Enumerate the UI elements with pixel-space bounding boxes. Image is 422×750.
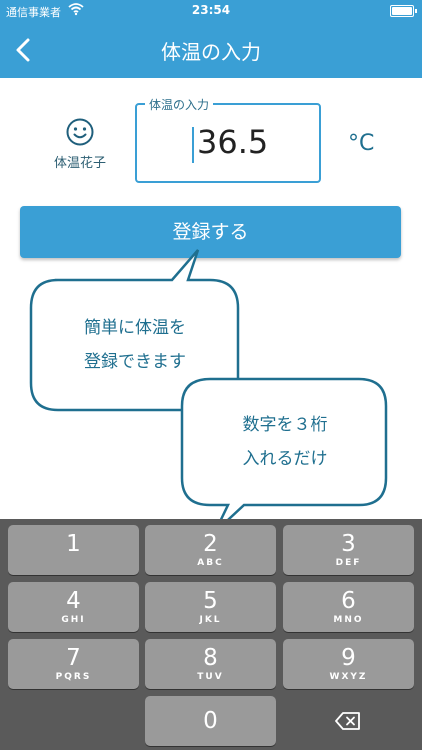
key-digit: 8 <box>203 645 218 671</box>
key-digit: 9 <box>341 645 356 671</box>
key-letters: MNO <box>333 615 364 625</box>
key-1[interactable]: 1 <box>8 525 139 575</box>
key-0[interactable]: 0 <box>145 696 276 746</box>
clock: 23:54 <box>191 3 231 17</box>
text-cursor <box>192 127 194 163</box>
user-name: 体温花子 <box>53 156 106 171</box>
key-digit: 6 <box>341 588 356 614</box>
key-digit: 7 <box>66 645 81 671</box>
callout-line: 数字を３桁 <box>242 415 328 435</box>
callout-line: 入れるだけ <box>242 449 328 469</box>
temperature-input-legend: 体温の入力 <box>145 96 214 113</box>
user-profile: 体温花子 <box>40 118 120 171</box>
key-letters: DEF <box>335 558 362 568</box>
nav-bar: 体温の入力 <box>0 22 422 78</box>
key-4[interactable]: 4 GHI <box>8 582 139 632</box>
key-letters: ABC <box>197 558 224 568</box>
key-9[interactable]: 9 WXYZ <box>283 639 414 689</box>
callout-text-1: 簡単に体温を 登録できます <box>55 311 215 379</box>
temperature-input[interactable]: 体温の入力 36.5 <box>135 96 321 183</box>
key-letters: TUV <box>197 672 224 682</box>
key-5[interactable]: 5 JKL <box>145 582 276 632</box>
callout-line: 簡単に体温を <box>84 318 186 338</box>
register-button[interactable]: 登録する <box>20 206 401 258</box>
delete-key[interactable] <box>283 696 414 746</box>
key-3[interactable]: 3 DEF <box>283 525 414 575</box>
key-letters: PQRS <box>55 672 92 682</box>
page-title: 体温の入力 <box>161 40 261 64</box>
key-2[interactable]: 2 ABC <box>145 525 276 575</box>
numeric-keypad: 1 2 ABC 3 DEF 4 GHI 5 JKL 6 MNO 7 PQRS 8… <box>0 519 422 750</box>
status-bar: 通信事業者 23:54 <box>0 0 422 22</box>
smiley-face-icon <box>66 118 94 146</box>
key-digit: 1 <box>66 531 81 557</box>
backspace-icon <box>335 712 360 730</box>
key-7[interactable]: 7 PQRS <box>8 639 139 689</box>
battery-icon <box>390 5 417 17</box>
callout-line: 登録できます <box>84 352 186 372</box>
key-digit: 3 <box>341 531 356 557</box>
key-letters: GHI <box>61 615 86 625</box>
key-letters: JKL <box>199 615 222 625</box>
key-digit: 4 <box>66 588 81 614</box>
key-8[interactable]: 8 TUV <box>145 639 276 689</box>
key-digit: 5 <box>203 588 218 614</box>
key-letters: WXYZ <box>329 672 368 682</box>
temperature-value: 36.5 <box>197 123 269 161</box>
key-digit: 0 <box>203 708 218 734</box>
key-digit: 2 <box>203 531 218 557</box>
callout-text-2: 数字を３桁 入れるだけ <box>190 408 380 476</box>
temperature-unit: °C <box>348 131 375 156</box>
key-6[interactable]: 6 MNO <box>283 582 414 632</box>
